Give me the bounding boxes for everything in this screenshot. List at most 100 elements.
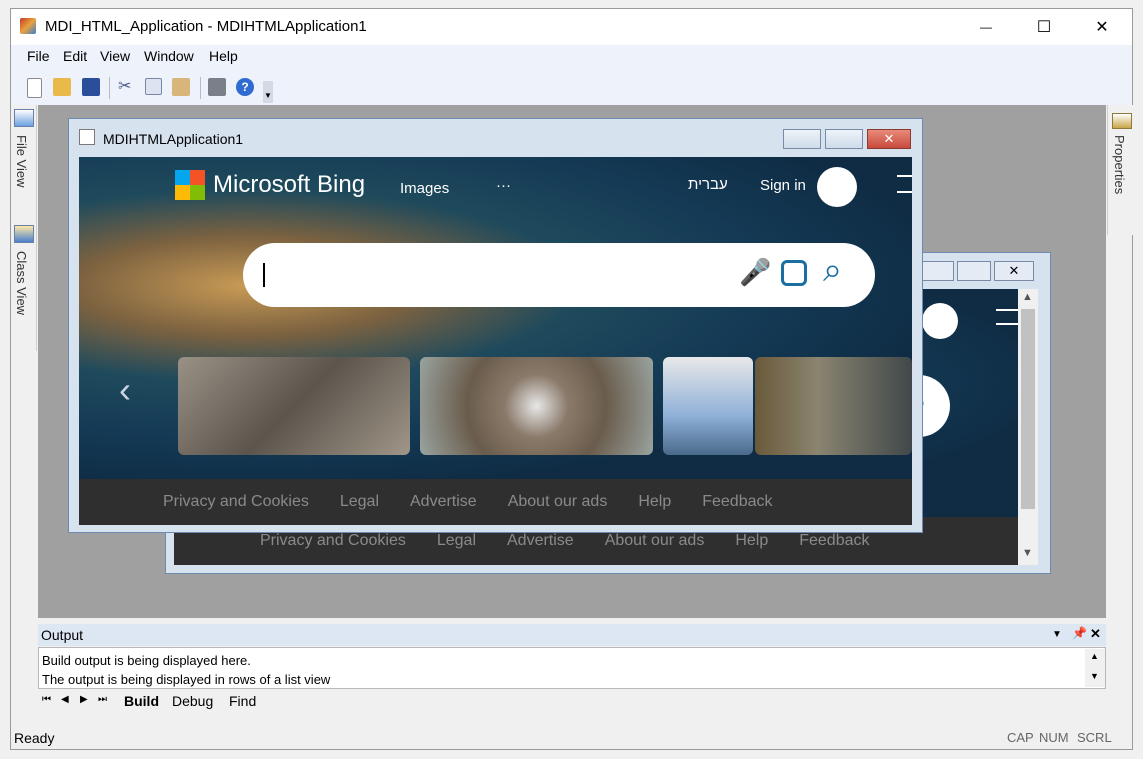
nav-images-link[interactable]: Images xyxy=(400,180,449,197)
status-cap: CAP xyxy=(1007,730,1034,745)
child-close-icon[interactable]: ✕ xyxy=(867,129,911,149)
output-tabs: ⏮ ◀ ▶ ⏭ Build Debug Find xyxy=(38,689,1106,715)
menu-view[interactable]: View xyxy=(100,48,130,64)
news-thumbnail[interactable] xyxy=(420,357,653,455)
output-scrollbar[interactable]: ▲ ▼ xyxy=(1085,649,1105,687)
back-menu-icon[interactable] xyxy=(996,309,1018,325)
paste-icon[interactable] xyxy=(172,78,190,96)
back-footer-link[interactable]: Help xyxy=(735,532,768,550)
menu-bar: File Edit View Window Help xyxy=(11,45,1132,67)
back-footer-link[interactable]: Privacy and Cookies xyxy=(260,532,406,550)
file-view-tab[interactable]: File View xyxy=(14,135,29,188)
tab-find[interactable]: Find xyxy=(229,693,256,709)
back-vertical-scrollbar[interactable]: ▲ ▼ xyxy=(1018,289,1038,565)
back-avatar-icon[interactable] xyxy=(922,303,958,339)
nav-more-link[interactable]: ··· xyxy=(496,177,511,194)
back-caption-buttons: ✕ xyxy=(920,261,1044,281)
maximize-button[interactable]: ☐ xyxy=(1015,9,1073,45)
back-footer-link[interactable]: Legal xyxy=(437,532,476,550)
sign-in-link[interactable]: Sign in xyxy=(760,177,806,194)
toolbar-separator xyxy=(109,77,110,99)
menu-window[interactable]: Window xyxy=(144,48,194,64)
minimize-button[interactable]: — xyxy=(957,9,1015,45)
back-close-icon[interactable]: ✕ xyxy=(994,261,1034,281)
class-view-tab[interactable]: Class View xyxy=(14,251,29,315)
footer-privacy-link[interactable]: Privacy and Cookies xyxy=(163,493,309,511)
child-restore-icon[interactable] xyxy=(825,129,863,149)
footer-about-ads-link[interactable]: About our ads xyxy=(508,493,608,511)
class-view-tab-icon xyxy=(14,225,34,243)
hamburger-menu-icon[interactable] xyxy=(897,175,912,193)
next-page-icon[interactable]: ▶ xyxy=(80,694,88,705)
output-list[interactable]: Build output is being displayed here. Th… xyxy=(38,647,1106,689)
scroll-up-icon[interactable]: ▲ xyxy=(1022,291,1033,303)
search-box[interactable]: 🎤 ⌕ xyxy=(243,243,875,307)
new-file-icon[interactable] xyxy=(27,78,42,98)
footer-legal-link[interactable]: Legal xyxy=(340,493,379,511)
close-icon: ✕ xyxy=(1095,19,1109,36)
title-bar: MDI_HTML_Application - MDIHTMLApplicatio… xyxy=(11,9,1132,45)
carousel-prev-icon[interactable]: ‹ xyxy=(119,369,131,411)
app-icon xyxy=(20,18,36,34)
close-button[interactable]: ✕ xyxy=(1073,9,1131,45)
scroll-down-icon[interactable]: ▼ xyxy=(1090,671,1099,681)
tab-debug[interactable]: Debug xyxy=(172,693,213,709)
right-dock-strip: Properties xyxy=(1107,105,1133,235)
status-text: Ready xyxy=(14,730,55,746)
print-icon[interactable] xyxy=(208,78,226,96)
back-footer-link[interactable]: Feedback xyxy=(799,532,869,550)
tab-build[interactable]: Build xyxy=(124,693,159,709)
output-pin-icon[interactable]: 📌 xyxy=(1072,626,1087,640)
child-minimize-icon[interactable] xyxy=(783,129,821,149)
output-line: Build output is being displayed here. xyxy=(42,653,251,668)
scroll-thumb[interactable] xyxy=(1021,309,1035,509)
visual-search-icon[interactable] xyxy=(781,260,807,286)
file-view-tab-icon xyxy=(14,109,34,127)
save-icon[interactable] xyxy=(82,78,100,96)
search-icon[interactable]: ⌕ xyxy=(823,251,842,290)
bing-logo-icon[interactable] xyxy=(175,170,205,200)
browser-view: Microsoft Bing Images ··· עברית Sign in … xyxy=(79,157,912,479)
output-title: Output xyxy=(41,627,84,643)
status-num: NUM xyxy=(1039,730,1069,745)
left-dock-strip: File View Class View xyxy=(11,105,37,351)
news-thumbnail[interactable] xyxy=(755,357,912,455)
footer-feedback-link[interactable]: Feedback xyxy=(702,493,772,511)
back-restore-icon[interactable] xyxy=(957,261,991,281)
avatar[interactable] xyxy=(817,167,857,207)
microphone-icon[interactable]: 🎤 xyxy=(739,257,771,288)
minimize-icon: — xyxy=(980,20,992,34)
menu-edit[interactable]: Edit xyxy=(63,48,87,64)
prev-page-icon[interactable]: ◀ xyxy=(61,694,69,705)
last-page-icon[interactable]: ⏭ xyxy=(98,694,107,705)
child-window-front[interactable]: MDIHTMLApplication1 ✕ Microsoft Bing Ima… xyxy=(68,118,923,533)
news-thumbnail[interactable] xyxy=(663,357,753,455)
bing-footer: Privacy and Cookies Legal Advertise Abou… xyxy=(79,479,912,525)
child-window-title: MDIHTMLApplication1 xyxy=(103,131,244,147)
output-pane: Output ▼ 📌 ✕ Build output is being displ… xyxy=(38,621,1106,725)
search-input[interactable] xyxy=(263,263,265,287)
footer-advertise-link[interactable]: Advertise xyxy=(410,493,477,511)
status-bar: Ready CAP NUM SCRL xyxy=(11,727,1132,749)
cut-icon[interactable]: ✂ xyxy=(118,78,136,96)
open-folder-icon[interactable] xyxy=(53,78,71,96)
toolbar: ✂ ? ▼ xyxy=(11,67,1132,105)
output-dropdown-icon[interactable]: ▼ xyxy=(1052,629,1062,640)
help-icon[interactable]: ? xyxy=(236,78,254,96)
nav-language-link[interactable]: עברית xyxy=(688,176,728,193)
copy-icon[interactable] xyxy=(145,78,162,95)
scroll-up-icon[interactable]: ▲ xyxy=(1090,651,1099,661)
output-close-icon[interactable]: ✕ xyxy=(1090,626,1101,642)
footer-help-link[interactable]: Help xyxy=(638,493,671,511)
first-page-icon[interactable]: ⏮ xyxy=(42,694,51,705)
menu-file[interactable]: File xyxy=(27,48,50,64)
menu-help[interactable]: Help xyxy=(209,48,238,64)
back-footer-link[interactable]: About our ads xyxy=(605,532,705,550)
back-footer-link[interactable]: Advertise xyxy=(507,532,574,550)
toolbar-overflow-icon[interactable]: ▼ xyxy=(263,81,273,103)
back-minimize-icon[interactable] xyxy=(920,261,954,281)
news-thumbnail[interactable] xyxy=(178,357,410,455)
bing-logo-text[interactable]: Microsoft Bing xyxy=(213,171,365,199)
scroll-down-icon[interactable]: ▼ xyxy=(1022,547,1033,559)
properties-tab[interactable]: Properties xyxy=(1112,135,1127,194)
